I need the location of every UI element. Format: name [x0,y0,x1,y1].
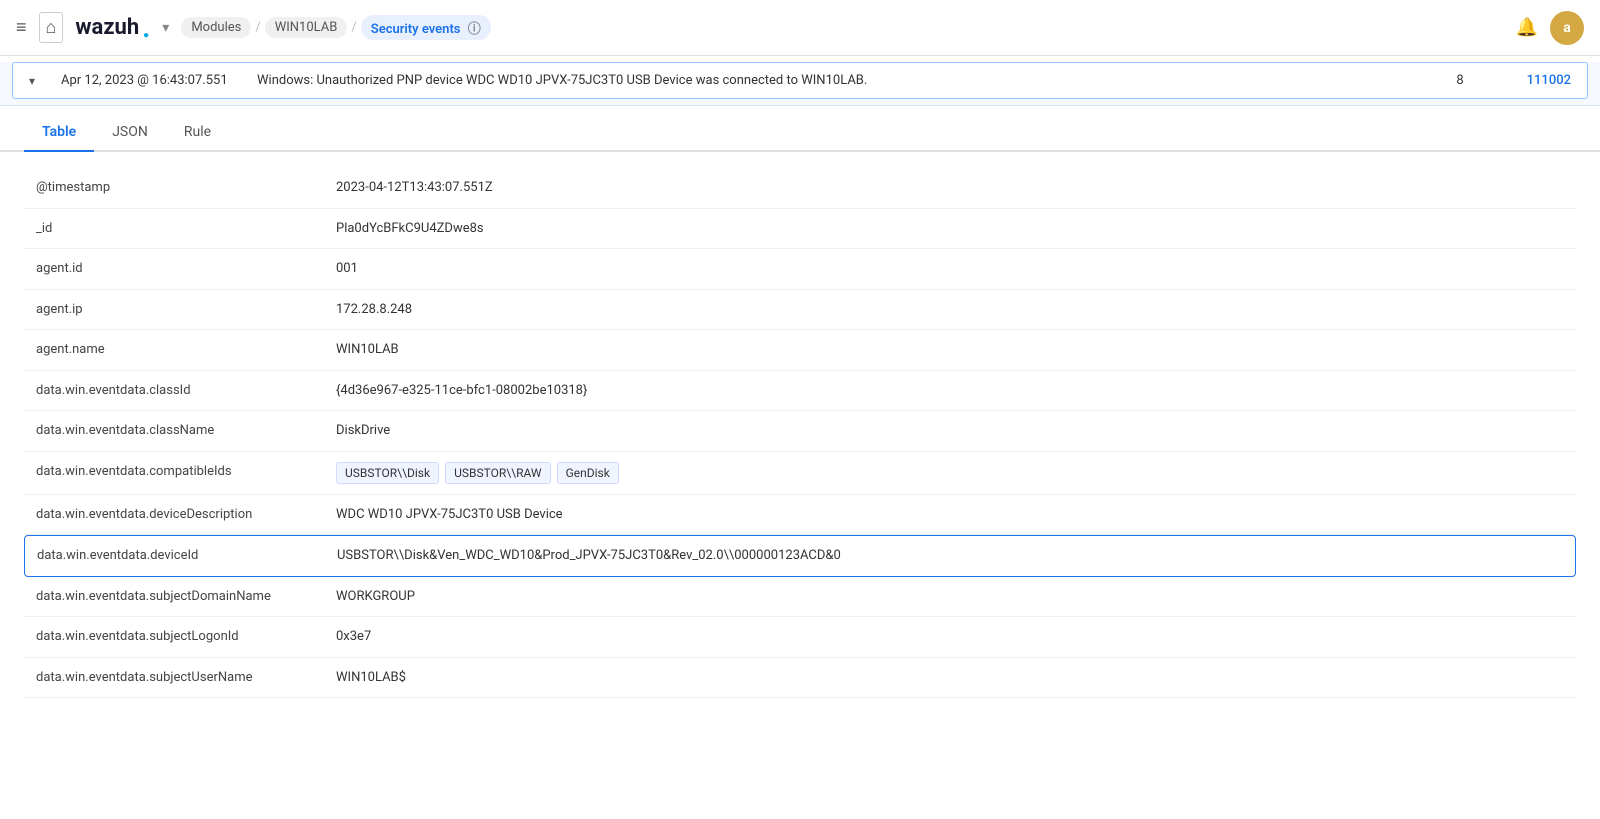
field-name: data.win.eventdata.deviceId [37,546,337,566]
table-row: data.win.eventdata.subjectUserNameWIN10L… [24,658,1576,699]
logo-text: wazuh [75,15,139,40]
table-content: @timestamp2023-04-12T13:43:07.551Z_idPla… [0,152,1600,714]
table-row: _idPla0dYcBFkC9U4ZDwe8s [24,209,1576,250]
breadcrumb-win10lab[interactable]: WIN10LAB [265,17,348,38]
tab-json[interactable]: JSON [94,114,166,152]
event-chevron-icon[interactable]: ▾ [29,74,45,88]
event-row-container: ▾ Apr 12, 2023 @ 16:43:07.551 Windows: U… [0,62,1600,106]
field-name: data.win.eventdata.classId [36,381,336,401]
table-row: data.win.eventdata.deviceDescriptionWDC … [24,495,1576,536]
breadcrumb-sep-2: / [351,20,356,35]
topbar: ≡ ⌂ wazuh. ▾ Modules / WIN10LAB / Securi… [0,0,1600,56]
field-name: _id [36,219,336,239]
topbar-right: 🔔 a [1516,11,1584,45]
breadcrumb: Modules / WIN10LAB / Security events ⓘ [181,15,490,40]
breadcrumb-sep-1: / [255,20,260,35]
field-name: data.win.eventdata.subjectLogonId [36,627,336,647]
table-row: data.win.eventdata.subjectLogonId0x3e7 [24,617,1576,658]
table-row: @timestamp2023-04-12T13:43:07.551Z [24,168,1576,209]
hamburger-icon[interactable]: ≡ [16,17,27,38]
table-row: agent.nameWIN10LAB [24,330,1576,371]
home-icon[interactable]: ⌂ [39,12,64,43]
event-row[interactable]: ▾ Apr 12, 2023 @ 16:43:07.551 Windows: U… [12,62,1588,99]
logo-dot: . [142,14,150,42]
breadcrumb-modules[interactable]: Modules [181,17,251,38]
field-name: @timestamp [36,178,336,198]
field-value: DiskDrive [336,421,1564,441]
field-value: WIN10LAB$ [336,668,1564,688]
field-value: WIN10LAB [336,340,1564,360]
field-value: Pla0dYcBFkC9U4ZDwe8s [336,219,1564,239]
bell-icon[interactable]: 🔔 [1516,17,1538,38]
tabs-bar: Table JSON Rule [0,114,1600,152]
field-name: agent.id [36,259,336,279]
field-value: 2023-04-12T13:43:07.551Z [336,178,1564,198]
field-value: 172.28.8.248 [336,300,1564,320]
tab-rule[interactable]: Rule [166,114,229,152]
avatar[interactable]: a [1550,11,1584,45]
event-message: Windows: Unauthorized PNP device WDC WD1… [257,73,1429,88]
table-row: agent.ip172.28.8.248 [24,290,1576,331]
table-row: data.win.eventdata.classId{4d36e967-e325… [24,371,1576,412]
table-row: data.win.eventdata.classNameDiskDrive [24,411,1576,452]
event-level: 8 [1445,73,1475,88]
field-value: USBSTOR\\Disk&Ven_WDC_WD10&Prod_JPVX-75J… [337,546,1563,566]
field-tag: USBSTOR\\Disk [336,462,439,484]
field-name: data.win.eventdata.subjectUserName [36,668,336,688]
table-row: data.win.eventdata.compatibleIdsUSBSTOR\… [24,452,1576,495]
field-name: agent.name [36,340,336,360]
table-row: data.win.eventdata.deviceIdUSBSTOR\\Disk… [24,535,1576,577]
field-value: 0x3e7 [336,627,1564,647]
field-name: agent.ip [36,300,336,320]
wazuh-logo: wazuh. [75,14,150,42]
table-row: data.win.eventdata.subjectDomainNameWORK… [24,577,1576,618]
field-tag: GenDisk [557,462,619,484]
field-name: data.win.eventdata.subjectDomainName [36,587,336,607]
field-value: USBSTOR\\Disk USBSTOR\\RAW GenDisk [336,462,1564,484]
event-rule-id[interactable]: 111002 [1491,73,1571,88]
logo-chevron-icon[interactable]: ▾ [162,20,169,36]
event-timestamp: Apr 12, 2023 @ 16:43:07.551 [61,73,241,88]
field-name: data.win.eventdata.compatibleIds [36,462,336,482]
field-value: WORKGROUP [336,587,1564,607]
field-value: 001 [336,259,1564,279]
field-value: WDC WD10 JPVX-75JC3T0 USB Device [336,505,1564,525]
table-row: agent.id001 [24,249,1576,290]
info-icon: ⓘ [468,22,481,37]
field-value: {4d36e967-e325-11ce-bfc1-08002be10318} [336,381,1564,401]
breadcrumb-security-events-label: Security events [371,22,461,37]
tab-table[interactable]: Table [24,114,94,152]
field-name: data.win.eventdata.deviceDescription [36,505,336,525]
field-tag: USBSTOR\\RAW [445,462,550,484]
breadcrumb-security-events[interactable]: Security events ⓘ [361,15,491,40]
field-name: data.win.eventdata.className [36,421,336,441]
